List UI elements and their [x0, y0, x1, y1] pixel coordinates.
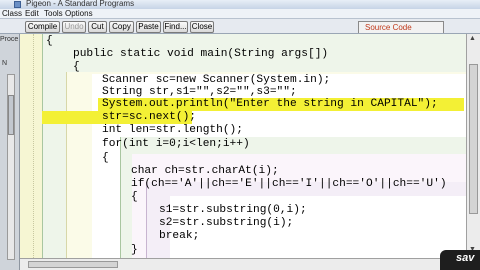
editor-gutter [20, 34, 34, 258]
side-panel-scroll-thumb[interactable] [8, 95, 14, 135]
horizontal-scroll-thumb[interactable] [28, 261, 118, 268]
code-line[interactable]: s2=str.substring(i); [159, 217, 293, 230]
paste-button[interactable]: Paste [136, 21, 161, 33]
code-line[interactable]: int len=str.length(); [102, 124, 243, 137]
code-line[interactable]: { [46, 35, 53, 48]
code-line[interactable]: s1=str.substring(0,i); [159, 204, 307, 217]
code-line[interactable]: public static void main(String args[]) [73, 48, 328, 61]
code-line[interactable]: char ch=str.charAt(i); [131, 165, 279, 178]
side-panel-scrollbar[interactable] [7, 74, 15, 260]
compile-button[interactable]: Compile [25, 21, 60, 33]
editor-horizontal-scrollbar[interactable] [20, 258, 466, 270]
window-title: Pigeon - A Standard Programs [26, 0, 135, 8]
copy-button[interactable]: Copy [109, 21, 134, 33]
code-line[interactable]: str=sc.next(); [102, 111, 196, 124]
code-line[interactable]: { [102, 152, 109, 165]
toolbar: Compile Undo Cut Copy Paste Find... Clos… [0, 19, 480, 34]
find-button[interactable]: Find... [163, 21, 188, 33]
app-icon [14, 1, 21, 8]
scroll-up-icon[interactable]: ▲ [469, 35, 476, 42]
menu-tools[interactable]: Tools [44, 9, 63, 18]
code-line[interactable]: for(int i=0;i<len;i++) [102, 138, 250, 151]
title-bar: Pigeon - A Standard Programs [0, 0, 480, 9]
code-editor[interactable]: { public static void main(String args[])… [20, 34, 466, 258]
menu-class[interactable]: Class [2, 9, 22, 18]
code-line[interactable]: System.out.println("Enter the string in … [102, 98, 438, 111]
code-line[interactable]: { [73, 61, 80, 74]
code-line[interactable]: if(ch=='A'||ch=='E'||ch=='I'||ch=='O'||c… [131, 178, 447, 191]
tab-source-code[interactable]: Source Code [358, 21, 444, 33]
save-overlay-text: sav [456, 252, 475, 264]
menu-bar: Class Edit Tools Options [0, 9, 480, 19]
side-panel: Proce N [0, 34, 20, 270]
undo-button[interactable]: Undo [62, 21, 86, 33]
side-panel-label: Proce [0, 36, 19, 43]
code-line[interactable]: { [131, 191, 138, 204]
code-line[interactable]: break; [159, 230, 199, 243]
editor-vertical-scrollbar[interactable]: ▲ ▼ [466, 34, 480, 258]
vertical-scroll-thumb[interactable] [469, 64, 478, 214]
close-button[interactable]: Close [190, 21, 214, 33]
save-overlay: sav [440, 250, 480, 270]
menu-edit[interactable]: Edit [25, 9, 39, 18]
menu-options[interactable]: Options [65, 9, 93, 18]
cut-button[interactable]: Cut [88, 21, 107, 33]
code-line[interactable]: } [131, 244, 138, 257]
side-panel-marker: N [2, 60, 8, 67]
